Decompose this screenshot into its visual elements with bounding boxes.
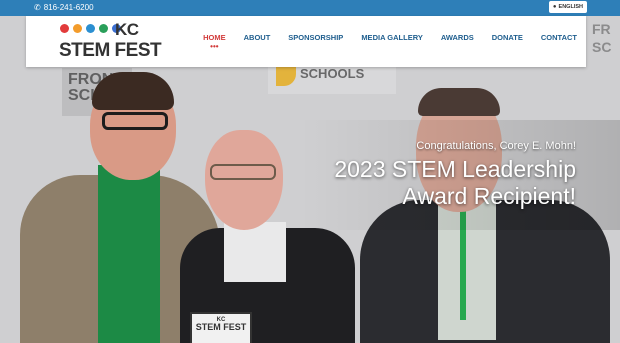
hero-congrats-text: Congratulations, Corey E. Mohn! — [416, 140, 576, 152]
banner-text-right: FR SC — [592, 21, 612, 55]
nav-item-about[interactable]: ABOUT — [235, 33, 280, 42]
nav-item-label: AWARDS — [440, 33, 474, 42]
nav-item-label: DONATE — [491, 33, 523, 42]
nav-item-contact[interactable]: CONTACT — [532, 33, 586, 42]
nav-item-label: MEDIA GALLERY — [361, 33, 423, 42]
logo-dot-icon — [73, 24, 82, 33]
main-navbar: KC STEM FEST HOME ••• ABOUT SPONSORSHIP … — [26, 16, 586, 67]
logo-dot-icon — [60, 24, 69, 33]
person-left-shirt — [98, 165, 160, 343]
person-right-hair — [418, 88, 500, 116]
language-label: ENGLISH — [558, 4, 583, 10]
person-left-glasses — [102, 112, 168, 130]
nav-item-sponsorship[interactable]: SPONSORSHIP — [279, 33, 352, 42]
site-logo[interactable]: KC STEM FEST — [59, 20, 162, 64]
logo-dot-icon — [99, 24, 108, 33]
nav-item-awards[interactable]: AWARDS — [432, 33, 483, 42]
nav-item-media-gallery[interactable]: MEDIA GALLERY — [352, 33, 432, 42]
globe-icon: ● — [552, 4, 557, 10]
phone-number: 816-241-6200 — [43, 3, 94, 12]
nav-item-label: CONTACT — [540, 33, 577, 42]
nav-item-home[interactable]: HOME ••• — [194, 33, 235, 51]
hero-headline: 2023 STEM Leadership Award Recipient! — [334, 156, 576, 209]
logo-kc: KC — [115, 20, 139, 39]
logo-dot-icon — [86, 24, 95, 33]
phone-link[interactable]: ✆ 816-241-6200 — [34, 3, 94, 12]
logo-icons — [60, 24, 121, 33]
person-center-collar — [224, 222, 286, 282]
person-left-hair — [92, 72, 174, 110]
active-indicator: ••• — [210, 42, 219, 51]
logo-title: STEM FEST — [59, 40, 162, 61]
language-selector[interactable]: ● ENGLISH — [548, 1, 587, 13]
nav-item-label: HOME — [203, 33, 226, 42]
person-center-head — [205, 130, 283, 230]
top-bar: ✆ 816-241-6200 ● ENGLISH — [0, 0, 620, 16]
phone-icon: ✆ — [34, 3, 41, 12]
award-plaque: KC STEM FEST — [190, 312, 252, 343]
person-center-glasses — [210, 164, 276, 180]
nav-item-label: SPONSORSHIP — [288, 33, 344, 42]
nav-item-donate[interactable]: DONATE — [483, 33, 532, 42]
nav-menu: HOME ••• ABOUT SPONSORSHIP MEDIA GALLERY… — [194, 33, 586, 51]
nav-item-label: ABOUT — [243, 33, 271, 42]
